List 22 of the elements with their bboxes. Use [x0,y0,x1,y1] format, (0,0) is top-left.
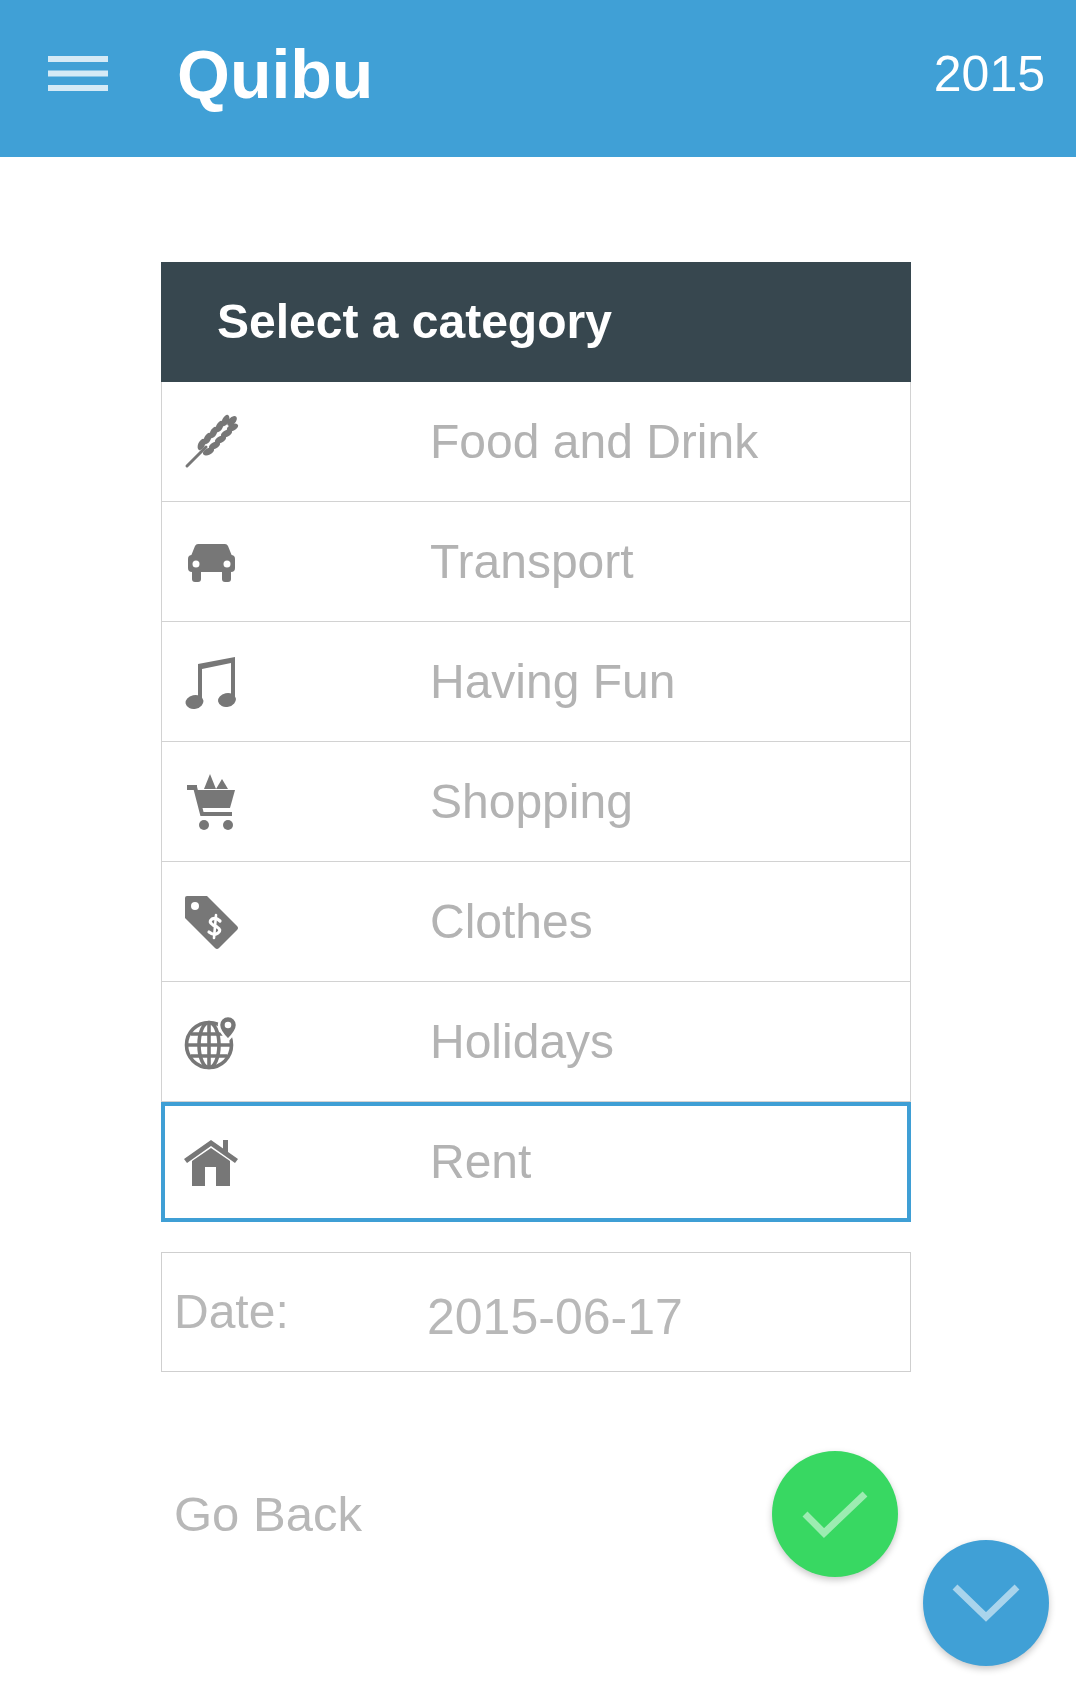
category-item[interactable]: Clothes [161,862,911,982]
house-icon [184,1138,238,1186]
chevron-down-icon [952,1584,1020,1622]
wheat-icon [183,413,239,470]
shopping-cart-icon [187,772,235,831]
music-note-icon [185,654,237,709]
date-field[interactable]: Date: 2015-06-17 [161,1252,911,1372]
date-value[interactable]: 2015-06-17 [427,1287,683,1347]
category-item[interactable]: Food and Drink [161,382,911,502]
check-icon [802,1490,868,1538]
date-label: Date: [174,1284,289,1341]
category-title: Select a category [217,298,612,346]
category-item[interactable]: Shopping [161,742,911,862]
category-item[interactable]: Holidays [161,982,911,1102]
category-item[interactable]: Rent [161,1102,911,1222]
category-item[interactable]: Transport [161,502,911,622]
year-label: 2015 [933,48,1045,99]
price-tag-icon [183,893,239,950]
go-back-button[interactable]: Go Back [174,1484,362,1544]
menu-icon[interactable] [48,56,108,91]
car-icon [187,541,235,582]
category-item[interactable]: Having Fun [161,622,911,742]
